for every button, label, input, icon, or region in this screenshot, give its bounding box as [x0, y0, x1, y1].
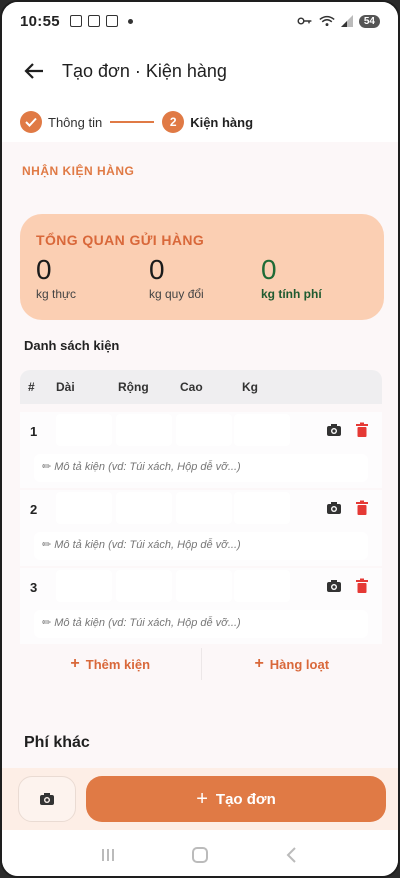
actual-weight: 0 kg thực	[36, 254, 76, 301]
bulk-add-button[interactable]: + Hàng loạt	[202, 640, 383, 688]
camera-icon[interactable]	[326, 500, 342, 516]
progress-stepper: Thông tin 2 Kiện hàng	[20, 108, 253, 136]
create-order-label: Tạo đơn	[215, 790, 276, 808]
add-item-button[interactable]: + Thêm kiện	[20, 640, 201, 688]
item-description-input[interactable]: ✏ Mô tả kiện (vd: Túi xách, Hộp dễ vỡ...…	[34, 610, 368, 638]
section-title: NHẬN KIỆN HÀNG	[22, 164, 135, 178]
width-input[interactable]	[116, 414, 172, 446]
step-2-label: Kiện hàng	[190, 114, 254, 130]
step-1-check-icon	[20, 111, 42, 133]
other-fees-title: Phí khác	[24, 734, 90, 751]
trash-icon[interactable]	[354, 500, 370, 516]
key-icon	[297, 17, 312, 25]
length-input[interactable]	[56, 414, 112, 446]
col-height: Cao	[180, 380, 203, 394]
col-index: #	[28, 380, 35, 394]
charged-weight-label: kg tính phí	[261, 287, 322, 301]
task-check-icon	[105, 15, 118, 27]
system-nav-bar	[2, 830, 398, 876]
package-row: 2 ✏ Mô tả kiện (vd: Túi xách, Hộp dễ vỡ.…	[20, 490, 382, 566]
signal-icon	[340, 15, 353, 27]
col-width: Rộng	[118, 380, 149, 394]
package-table-header: # Dài Rộng Cao Kg	[20, 370, 382, 404]
main-content: NHẬN KIỆN HÀNG TỔNG QUAN GỬI HÀNG 0 kg t…	[2, 142, 398, 782]
package-row: 3 ✏ Mô tả kiện (vd: Túi xách, Hộp dễ vỡ.…	[20, 568, 382, 644]
step-2-number: 2	[162, 111, 185, 133]
status-right: 54	[297, 14, 380, 28]
col-length: Dài	[56, 380, 75, 394]
plus-icon: +	[254, 655, 264, 672]
height-input[interactable]	[176, 570, 232, 602]
back-button[interactable]	[20, 57, 48, 85]
row-index: 1	[30, 424, 38, 439]
item-description-input[interactable]: ✏ Mô tả kiện (vd: Túi xách, Hộp dễ vỡ...…	[34, 532, 368, 560]
overview-title: TỔNG QUAN GỬI HÀNG	[36, 232, 205, 248]
battery-icon: 54	[358, 14, 380, 28]
camera-icon[interactable]	[326, 422, 342, 438]
row-index: 3	[30, 580, 38, 595]
add-actions: + Thêm kiện + Hàng loạt	[20, 640, 382, 688]
weight-input[interactable]	[234, 414, 290, 446]
package-list-title: Danh sách kiện	[24, 338, 120, 353]
converted-weight: 0 kg quy đổi	[149, 254, 204, 301]
app-header: Tạo đơn · Kiện hàng	[2, 42, 398, 100]
bulk-add-label: Hàng loạt	[269, 656, 330, 672]
camera-icon	[40, 793, 54, 805]
length-input[interactable]	[56, 492, 112, 524]
page-title: Tạo đơn · Kiện hàng	[62, 60, 227, 81]
col-weight: Kg	[242, 380, 258, 394]
trash-icon[interactable]	[354, 578, 370, 594]
add-item-label: Thêm kiện	[85, 656, 151, 672]
screenshot-icon	[69, 15, 82, 27]
notification-icons	[69, 15, 133, 27]
length-input[interactable]	[56, 570, 112, 602]
converted-weight-label: kg quy đổi	[149, 287, 204, 301]
notification-dot-icon	[127, 18, 133, 24]
step-connector	[110, 121, 155, 123]
width-input[interactable]	[116, 492, 172, 524]
charged-weight-value: 0	[261, 254, 277, 285]
status-time: 10:55	[20, 12, 60, 30]
row-index: 2	[30, 502, 38, 517]
home-icon[interactable]	[190, 845, 210, 865]
package-row: 1 ✏ Mô tả kiện (vd: Túi xách, Hộp dễ vỡ.…	[20, 412, 382, 488]
camera-icon[interactable]	[326, 578, 342, 594]
converted-weight-value: 0	[149, 254, 165, 285]
create-order-button[interactable]: + Tạo đơn	[86, 776, 386, 822]
height-input[interactable]	[176, 492, 232, 524]
camera-button[interactable]	[18, 776, 76, 822]
trash-icon[interactable]	[354, 422, 370, 438]
bottom-action-bar: + Tạo đơn	[2, 768, 398, 830]
phone-screen: 10:55 54 Tạo đơn · Kiện hàng Thông tin 2…	[0, 0, 400, 878]
actual-weight-value: 0	[36, 254, 52, 285]
item-description-input[interactable]: ✏ Mô tả kiện (vd: Túi xách, Hộp dễ vỡ...…	[34, 454, 368, 482]
back-nav-icon[interactable]	[282, 845, 302, 865]
shipping-overview-card: TỔNG QUAN GỬI HÀNG 0 kg thực 0 kg quy đổ…	[20, 214, 384, 320]
wifi-icon	[319, 15, 335, 27]
height-input[interactable]	[176, 414, 232, 446]
actual-weight-label: kg thực	[36, 287, 77, 301]
grid-app-icon	[87, 15, 100, 27]
weight-input[interactable]	[234, 570, 290, 602]
plus-icon: +	[196, 787, 208, 810]
weight-input[interactable]	[234, 492, 290, 524]
recent-apps-icon[interactable]	[98, 845, 118, 865]
status-bar: 10:55 54	[2, 2, 398, 40]
step-1-label: Thông tin	[48, 114, 103, 130]
arrow-left-icon	[24, 63, 43, 79]
width-input[interactable]	[116, 570, 172, 602]
charged-weight: 0 kg tính phí	[261, 254, 322, 301]
plus-icon: +	[70, 655, 80, 672]
